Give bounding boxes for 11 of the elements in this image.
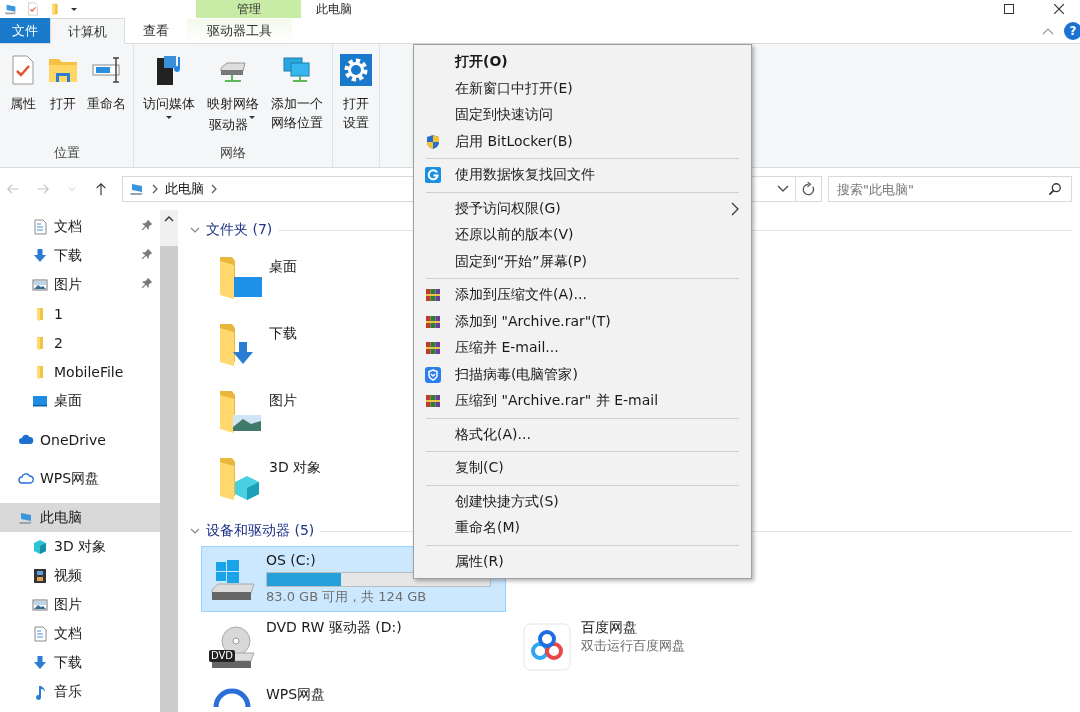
drive-name: WPS网盘 [266,685,326,703]
drive-name: DVD RW 驱动器 (D:) [266,618,402,636]
drive-info: 83.0 GB 可用，共 124 GB [266,589,427,604]
dvd-label: DVD [209,650,236,662]
drive-name: 百度网盘 [581,618,637,636]
group-label: 网络 [219,145,246,160]
drive-name: OS (C:) [266,551,316,569]
window-title: 此电脑 [316,0,352,18]
drive-info: 双击运行百度网盘 [581,638,685,653]
group-label: 位置 [53,145,80,160]
context-tab-header: 管理 [196,0,301,18]
